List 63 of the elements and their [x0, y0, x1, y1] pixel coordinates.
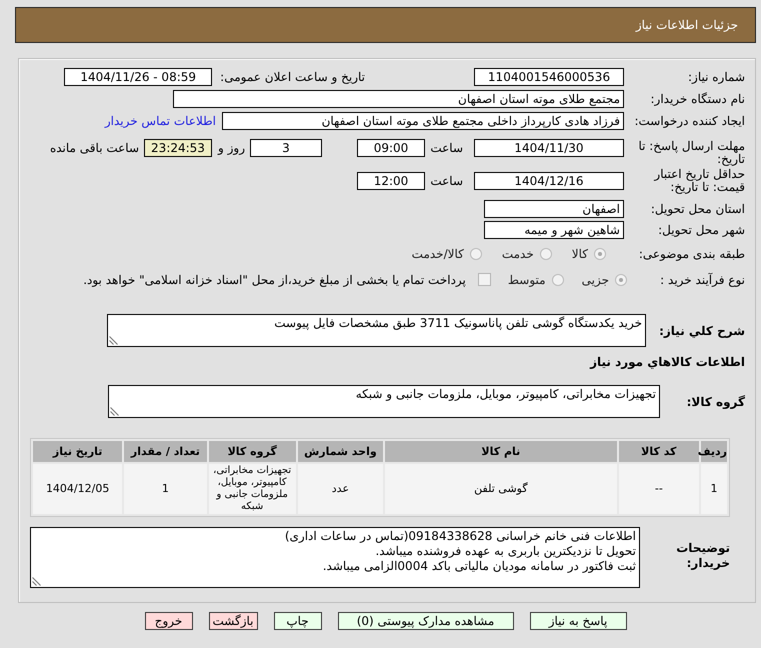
field-label: ایجاد کننده درخواست: — [633, 114, 745, 128]
time-label: ساعت — [433, 174, 463, 188]
field-label: شماره نیاز: — [687, 70, 745, 84]
column-header: واحد شمارش — [298, 441, 384, 462]
radio-label: خدمت — [502, 246, 534, 260]
field-label: گروه کالا: — [686, 394, 745, 408]
province-field[interactable]: اصفهان — [484, 200, 624, 218]
column-header: نام کالا — [385, 441, 617, 462]
field-label: شرح کلي نیاز: — [658, 324, 745, 338]
days-field[interactable]: 3 — [250, 139, 322, 157]
table-cell: -- — [618, 464, 699, 514]
price-validity-date-field[interactable]: 1404/12/16 — [474, 172, 624, 190]
remaining-time-label: ساعت باقی مانده — [50, 141, 139, 155]
page-title: جزئیات اطلاعات نیاز — [636, 18, 738, 32]
field-label: توضیحات خریدار: — [675, 540, 731, 570]
resize-grip-icon[interactable] — [110, 407, 119, 416]
deadline-time-field[interactable]: 09:00 — [357, 139, 425, 157]
field-label: شهر محل تحویل: — [657, 222, 745, 236]
table-cell: تجهیزات مخابراتی، کامپیوتر، موبایل، ملزومات جانبی و شبکه — [208, 464, 296, 514]
buyer-notes-field[interactable]: اطلاعات فنی خانم خراسانی 09184338628(تماس در ساعات اداری) تحویل تا نزدیکترین باربری به عهده فروشنده میباشد. ثبت فاکتور در سامانه مودیان مالیاتی باکد 0004الزامی میباشد. — [30, 527, 640, 588]
goods-group-field[interactable]: تجهیزات مخابراتی، کامپیوتر، موبایل، ملزومات جانبی و شبکه — [108, 385, 660, 418]
field-label: مهلت ارسال پاسخ: تا تاریخ: — [637, 140, 745, 166]
buyer-org-field[interactable]: مجتمع طلای موته استان اصفهان — [173, 90, 624, 108]
field-label: حداقل تاریخ اعتبار قیمت: تا تاریخ: — [652, 168, 745, 194]
radio-label: جزیی — [582, 272, 609, 286]
action-button[interactable]: چاپ — [274, 612, 322, 630]
table-cell: 1404/12/05 — [33, 464, 122, 514]
table-cell: 1 — [124, 464, 207, 514]
field-label: نوع فرآیند خرید : — [659, 272, 745, 286]
radio-label: متوسط — [508, 272, 546, 286]
price-validity-time-field[interactable]: 12:00 — [357, 172, 425, 190]
column-header: ردیف — [700, 441, 727, 462]
radio-label: کالا — [572, 246, 588, 260]
column-header: گروه کالا — [208, 441, 296, 462]
announcement-date-field[interactable]: 1404/11/26 - 08:59 — [64, 68, 212, 86]
table-cell: گوشی تلفن — [385, 464, 617, 514]
action-button[interactable]: خروج — [144, 612, 192, 630]
field-label: تاریخ و ساعت اعلان عمومی: — [220, 70, 365, 84]
treasury-payment-text: پرداخت تمام یا بخشی از مبلغ خرید،از محل "اسناد خزانه اسلامی" خواهد بود. — [83, 272, 466, 286]
deadline-date-field[interactable]: 1404/11/30 — [474, 139, 624, 157]
table-cell: 1 — [700, 464, 727, 514]
section-title: اطلاعات کالاهاي مورد نیاز — [588, 355, 745, 369]
action-button[interactable]: مشاهده مدارک پیوستی (0) — [338, 612, 514, 630]
remaining-time-field[interactable]: 23:24:53 — [144, 139, 212, 157]
buyer-contact-link[interactable]: اطلاعات تماس خریدار — [104, 114, 216, 128]
action-button[interactable]: بازگشت — [208, 612, 258, 630]
column-header: تعداد / مقدار — [124, 441, 207, 462]
description-field[interactable]: خرید یکدستگاه گوشی تلفن پاناسونیک 3711 طبق مشخصات فایل پیوست — [107, 314, 646, 347]
radio-label: کالا/خدمت — [412, 246, 464, 260]
city-field[interactable]: شاهین شهر و میمه — [484, 220, 624, 238]
column-header: تاریخ نیاز — [33, 441, 122, 462]
resize-grip-icon[interactable] — [32, 577, 41, 586]
days-label: روز و — [218, 141, 245, 155]
requester-field[interactable]: فرزاد هادی کارپرداز داخلی مجتمع طلای موته استان اصفهان — [222, 112, 624, 130]
resize-grip-icon[interactable] — [109, 336, 118, 345]
field-label: نام دستگاه خریدار: — [650, 92, 745, 106]
need-number-field[interactable]: 1104001546000536 — [474, 68, 624, 86]
table-cell: عدد — [298, 464, 384, 514]
time-label: ساعت — [433, 141, 463, 155]
field-label: استان محل تحویل: — [650, 202, 745, 216]
field-label: طبقه بندی موضوعی: — [638, 246, 745, 260]
column-header: کد کالا — [618, 441, 699, 462]
action-button[interactable]: پاسخ به نیاز — [530, 612, 626, 630]
